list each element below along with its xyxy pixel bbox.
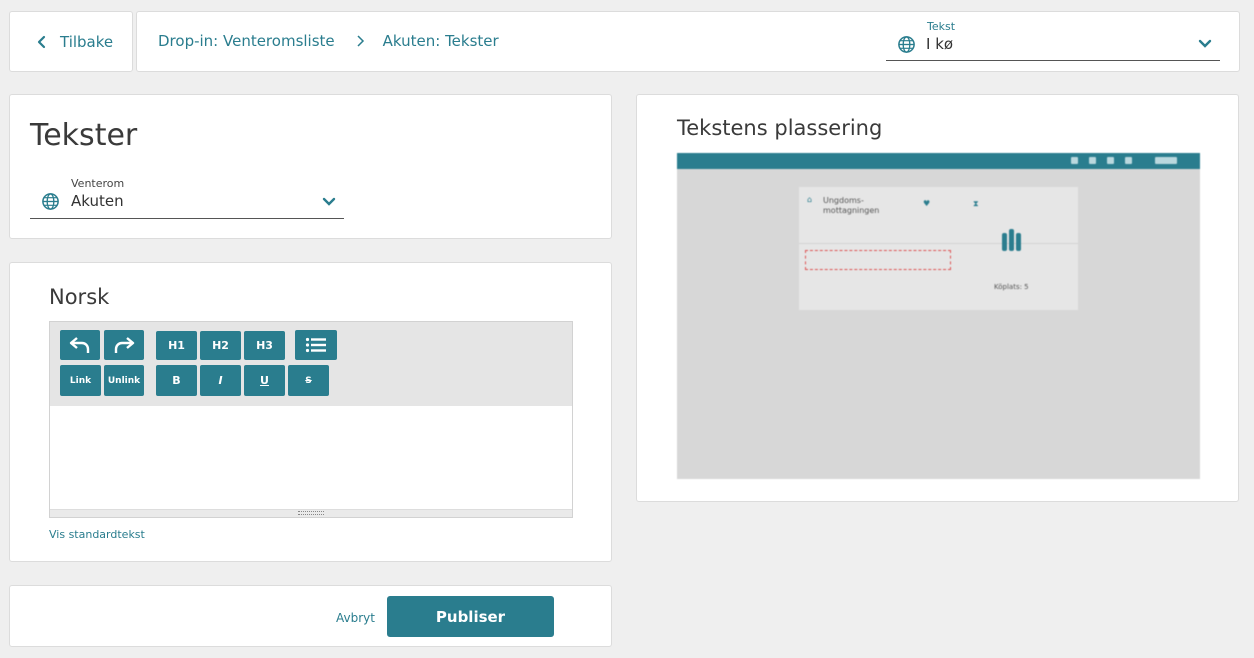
chevron-right-icon: [357, 35, 364, 47]
preview-clinic-name: Ungdoms- mottagningen: [823, 196, 880, 215]
breadcrumb-venteromsliste[interactable]: Drop-in: Venteromsliste: [158, 32, 335, 50]
breadcrumb-akuten-tekster[interactable]: Akuten: Tekster: [383, 32, 499, 50]
redo-button[interactable]: [104, 330, 144, 360]
editor-resize-handle[interactable]: [50, 509, 572, 517]
editor-content-area[interactable]: [50, 406, 572, 509]
preview-language-icon: [1155, 157, 1177, 164]
preview-text-placement-highlight: [805, 250, 951, 270]
preview-nav-icon: [1071, 157, 1078, 164]
resize-grip-icon: [298, 511, 324, 515]
editor-language-title: Norsk: [49, 285, 110, 309]
venterom-select-value: Akuten: [71, 192, 124, 210]
venterom-select[interactable]: Venterom Akuten: [30, 177, 344, 219]
text-placement-preview-image: ⌂ Ungdoms- mottagningen ♥ ⧗ Köplats: 5: [677, 153, 1200, 479]
preview-house-icon: ⌂: [807, 195, 813, 204]
strikethrough-button[interactable]: S: [288, 365, 329, 396]
preview-queue-label: Köplats: 5: [994, 283, 1029, 291]
preview-hourglass-icon: ⧗: [973, 199, 979, 208]
preview-clinic-card: ⌂ Ungdoms- mottagningen ♥ ⧗ Köplats: 5: [799, 187, 1078, 310]
tekst-select-label: Tekst: [927, 20, 956, 33]
h2-button[interactable]: H2: [200, 331, 241, 360]
preview-title: Tekstens plassering: [677, 116, 883, 140]
unlink-button[interactable]: Unlink: [104, 365, 144, 396]
h1-button[interactable]: H1: [156, 331, 197, 360]
redo-icon: [114, 337, 135, 353]
list-icon: [305, 337, 326, 353]
chevron-left-icon: [37, 35, 46, 48]
action-bar: Avbryt Publiser: [9, 585, 612, 647]
bold-button[interactable]: B: [156, 365, 197, 396]
h3-button[interactable]: H3: [244, 331, 285, 360]
undo-button[interactable]: [60, 330, 100, 360]
tekst-select-value: I kø: [926, 35, 954, 53]
rich-text-editor: H1 H2 H3 Link Unlink B I U S: [49, 321, 573, 518]
italic-button[interactable]: I: [200, 365, 241, 396]
tekster-card: Tekster Venterom Akuten: [9, 94, 612, 239]
preview-heart-icon: ♥: [923, 199, 931, 208]
preview-top-bar: [677, 153, 1200, 169]
underline-button[interactable]: U: [244, 365, 285, 396]
preview-card: Tekstens plassering ⌂ Ungdoms- mottagnin…: [636, 94, 1239, 502]
globe-icon: [898, 36, 915, 53]
page-title: Tekster: [30, 118, 138, 153]
tekst-select[interactable]: Tekst I kø: [886, 18, 1220, 61]
editor-card: Norsk H1 H2 H3 Link Unlink B I U S Vis s…: [9, 262, 612, 562]
back-label: Tilbake: [60, 32, 114, 51]
breadcrumb: Drop-in: Venteromsliste Akuten: Tekster: [158, 32, 499, 50]
chevron-down-icon: [1198, 39, 1212, 48]
back-button[interactable]: Tilbake: [9, 11, 133, 72]
undo-icon: [69, 337, 90, 353]
venterom-select-label: Venterom: [71, 177, 125, 190]
show-default-text-link[interactable]: Vis standardtekst: [49, 528, 145, 541]
bullet-list-button[interactable]: [295, 330, 337, 360]
preview-divider: [799, 243, 1078, 244]
globe-icon: [42, 193, 59, 210]
link-button[interactable]: Link: [60, 365, 101, 396]
preview-nav-icon: [1089, 157, 1096, 164]
publish-button[interactable]: Publiser: [387, 596, 554, 637]
preview-nav-icon: [1107, 157, 1114, 164]
preview-nav-icon: [1125, 157, 1132, 164]
chevron-down-icon: [322, 197, 336, 206]
cancel-button[interactable]: Avbryt: [336, 611, 375, 625]
editor-toolbar: H1 H2 H3 Link Unlink B I U S: [50, 322, 572, 406]
